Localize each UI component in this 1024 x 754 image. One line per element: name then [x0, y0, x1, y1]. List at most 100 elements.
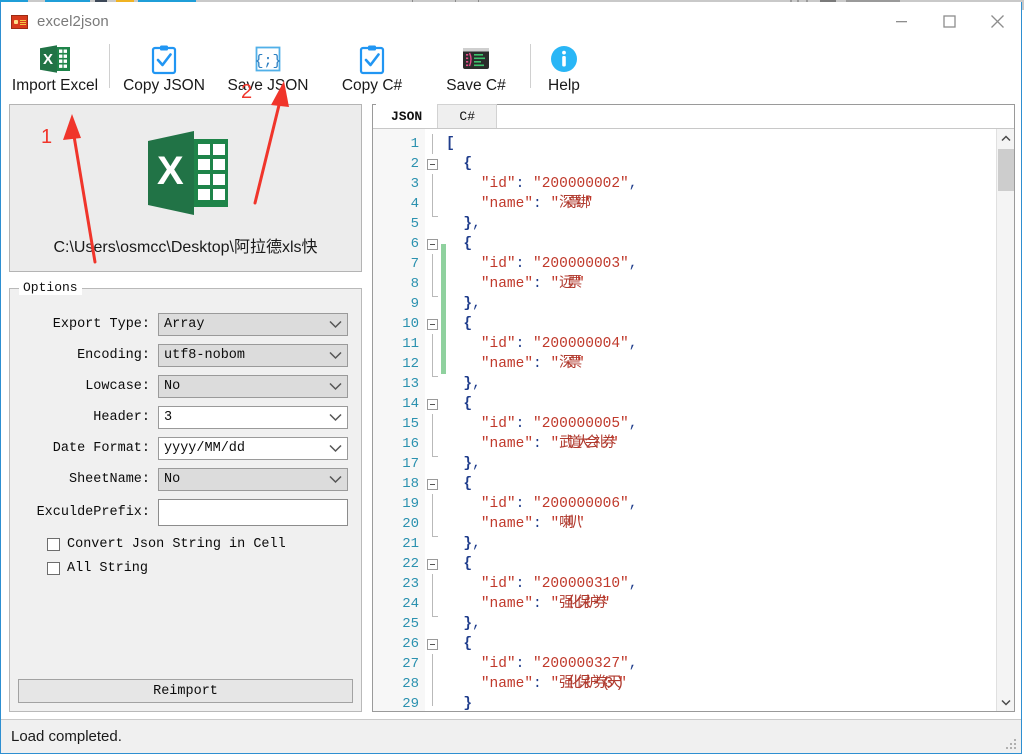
code-line: {	[463, 396, 473, 412]
line-number: 28	[402, 676, 419, 692]
minimize-button[interactable]	[877, 2, 925, 40]
excel2json-window: excel2json X Import Excel Copy JSON {;} …	[0, 2, 1022, 754]
copy-csharp-button[interactable]: Copy C#	[320, 40, 424, 100]
options-legend: Options	[19, 280, 82, 295]
scroll-up-button[interactable]	[997, 129, 1014, 147]
option-label: SheetName:	[68, 471, 150, 487]
all-string-checkbox[interactable]: All String	[47, 561, 148, 576]
editor-panel: JSON C# 1 2 3 4 5 6 7 8 9 10 11 12 13 14…	[372, 104, 1015, 712]
line-number: 27	[402, 656, 419, 672]
line-number: 4	[410, 196, 419, 212]
encoding-value: utf8-nobom	[164, 347, 246, 363]
line-number: 9	[410, 296, 419, 312]
code-line: }	[463, 696, 473, 711]
code-line: },	[463, 456, 481, 472]
date-format-select[interactable]: yyyy/MM/dd	[158, 436, 348, 460]
checkbox-label: All String	[67, 561, 149, 576]
scrollbar-thumb[interactable]	[998, 149, 1014, 191]
option-row-exclude-prefix: ExculdePrefix:	[10, 497, 363, 527]
copy-json-button[interactable]: Copy JSON	[112, 40, 216, 100]
line-number: 22	[402, 556, 419, 572]
line-number: 23	[402, 576, 419, 592]
fold-toggle[interactable]	[427, 159, 438, 170]
json-code-editor[interactable]: 1 2 3 4 5 6 7 8 9 10 11 12 13 14 15 16 1	[373, 129, 1014, 711]
export-type-select[interactable]: Array	[158, 312, 348, 336]
tab-csharp[interactable]: C#	[437, 104, 498, 128]
save-json-button[interactable]: {;} Save JSON	[216, 40, 320, 100]
sheetname-select[interactable]: No	[158, 467, 348, 491]
title-bar: excel2json	[1, 2, 1021, 40]
line-number: 13	[402, 376, 419, 392]
toolbar-separator	[109, 44, 110, 88]
save-csharp-button[interactable]: Save C#	[424, 40, 528, 100]
date-format-value: yyyy/MM/dd	[164, 440, 246, 456]
clipboard-check-icon	[149, 42, 179, 76]
code-line: "name": "喇叭"	[480, 516, 585, 532]
code-line: "id": "200000004",	[480, 336, 638, 352]
fold-toggle[interactable]	[427, 399, 438, 410]
fold-toggle[interactable]	[427, 639, 438, 650]
import-excel-button[interactable]: X Import Excel	[3, 40, 107, 100]
scroll-down-button[interactable]	[997, 693, 1014, 711]
code-folding-column[interactable]	[425, 129, 441, 711]
window-title: excel2json	[37, 12, 109, 30]
chevron-down-icon	[329, 376, 342, 397]
chevron-down-icon	[329, 345, 342, 366]
toolbar-label: Copy JSON	[123, 77, 205, 94]
selected-file-path: C:\Users\osmcc\Desktop\阿拉德xls快	[53, 239, 318, 256]
help-button[interactable]: Help	[533, 40, 595, 100]
lowcase-select[interactable]: No	[158, 374, 348, 398]
code-line: "id": "200000005",	[480, 416, 638, 432]
convert-json-string-checkbox[interactable]: Convert Json String in Cell	[47, 537, 286, 552]
editor-scrollbar[interactable]	[996, 129, 1014, 711]
code-text-area[interactable]: [ { "id": "200000002", "name": "深票绑" }, …	[446, 129, 1014, 711]
option-label: Date Format:	[52, 440, 150, 456]
main-toolbar: X Import Excel Copy JSON {;} Save JSON C…	[1, 40, 1021, 103]
code-line: },	[463, 376, 481, 392]
toolbar-label: Save JSON	[227, 77, 309, 94]
fold-toggle[interactable]	[427, 559, 438, 570]
code-line: "name": "深票绑"	[480, 196, 594, 212]
line-number: 21	[402, 536, 419, 552]
line-number: 12	[402, 356, 419, 372]
resize-grip[interactable]	[1004, 737, 1018, 751]
fold-toggle[interactable]	[427, 479, 438, 490]
line-number: 1	[410, 136, 419, 152]
fold-toggle[interactable]	[427, 239, 438, 250]
fold-toggle[interactable]	[427, 319, 438, 330]
line-number: 8	[410, 276, 419, 292]
checkbox-label: Convert Json String in Cell	[67, 537, 286, 552]
line-number: 7	[410, 256, 419, 272]
line-number: 24	[402, 596, 419, 612]
svg-text:X: X	[157, 149, 184, 193]
close-button[interactable]	[973, 2, 1021, 40]
line-number: 18	[402, 476, 419, 492]
exclude-prefix-field[interactable]	[158, 498, 348, 526]
line-number: 16	[402, 436, 419, 452]
svg-text:{;}: {;}	[254, 53, 281, 70]
options-group: Options Export Type: Array Encoding: utf…	[9, 280, 363, 712]
option-label: ExculdePrefix:	[36, 504, 150, 520]
chevron-down-icon	[329, 314, 342, 335]
window-controls	[877, 2, 1021, 40]
code-line: "id": "200000006",	[480, 496, 638, 512]
reimport-button[interactable]: Reimport	[18, 679, 353, 703]
code-line: {	[463, 476, 473, 492]
header-select[interactable]: 3	[158, 405, 348, 429]
toolbar-separator	[530, 44, 531, 88]
line-number: 25	[402, 616, 419, 632]
line-number: 11	[402, 336, 419, 352]
maximize-button[interactable]	[925, 2, 973, 40]
tab-json[interactable]: JSON	[376, 104, 438, 128]
file-drop-panel[interactable]: X C:\Users\osmcc\Desktop\阿拉德xls快	[9, 104, 362, 272]
line-number: 26	[402, 636, 419, 652]
excel-logo-icon: X	[142, 127, 234, 219]
option-row-sheetname: SheetName: No	[10, 466, 363, 492]
code-line: "id": "200000002",	[480, 176, 638, 192]
toolbar-label: Save C#	[446, 77, 506, 94]
option-row-encoding: Encoding: utf8-nobom	[10, 342, 363, 368]
annotation-number-2: 2	[241, 81, 253, 103]
export-type-value: Array	[164, 316, 205, 332]
encoding-select[interactable]: utf8-nobom	[158, 343, 348, 367]
code-line: },	[463, 616, 481, 632]
